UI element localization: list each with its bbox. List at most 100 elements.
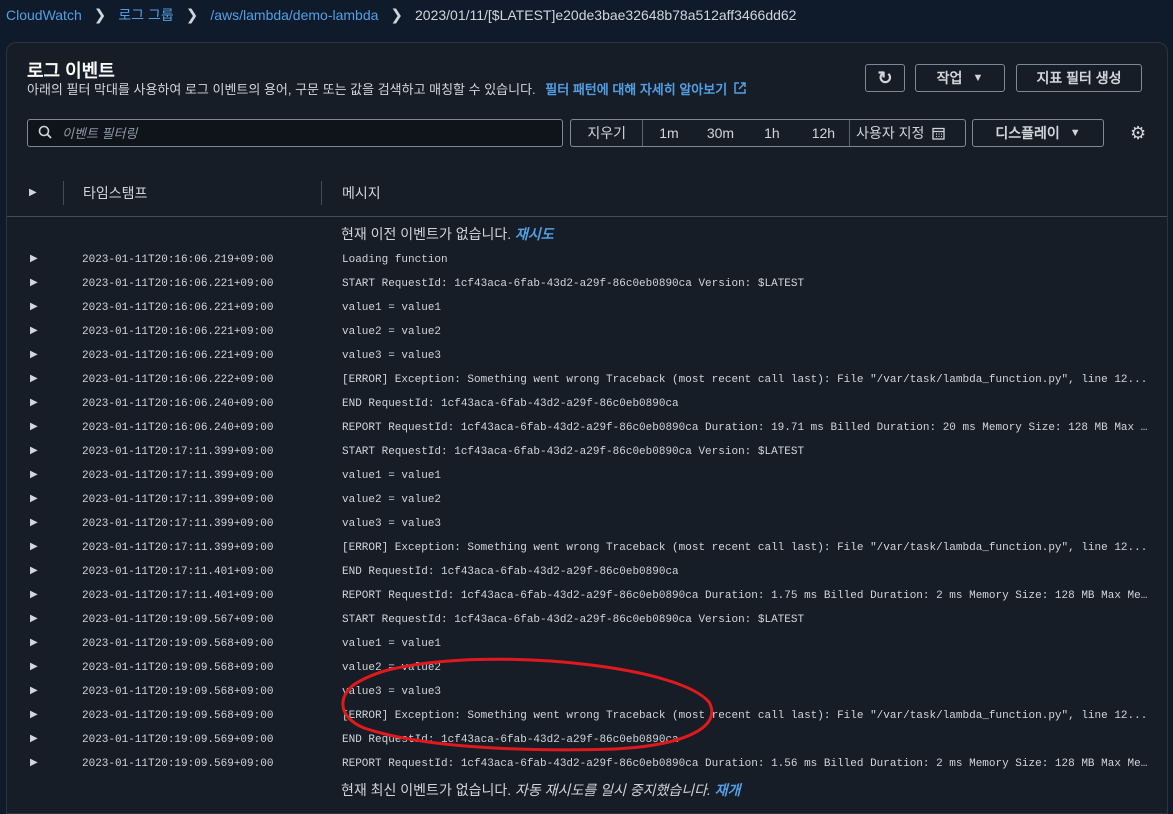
auto-retry-paused-text: 자동 재시도를 일시 중지했습니다. bbox=[515, 782, 711, 798]
event-message: START RequestId: 1cf43aca-6fab-43d2-a29f… bbox=[342, 278, 805, 290]
caret-right-icon[interactable]: ▶ bbox=[30, 661, 38, 672]
caret-right-icon[interactable]: ▶ bbox=[30, 421, 38, 432]
event-message: REPORT RequestId: 1cf43aca-6fab-43d2-a29… bbox=[342, 590, 1152, 602]
log-event-row[interactable]: ▶ 2023-01-11T20:16:06.222+09:00 [ERROR] Ex… bbox=[7, 368, 1167, 392]
caret-right-icon[interactable]: ▶ bbox=[30, 709, 38, 720]
log-event-row[interactable]: ▶ 2023-01-11T20:19:09.569+09:00 REPORT Req… bbox=[7, 752, 1167, 776]
breadcrumb-cloudwatch[interactable]: CloudWatch bbox=[6, 7, 82, 23]
description-text: 아래의 필터 막대를 사용하여 로그 이벤트의 용어, 구문 또는 값을 검색하… bbox=[27, 82, 536, 97]
event-timestamp: 2023-01-11T20:16:06.222+09:00 bbox=[82, 374, 274, 386]
caret-right-icon[interactable]: ▶ bbox=[30, 301, 38, 312]
event-timestamp: 2023-01-11T20:17:11.401+09:00 bbox=[82, 566, 274, 578]
caret-right-icon[interactable]: ▶ bbox=[30, 469, 38, 480]
refresh-button[interactable]: ↻ bbox=[865, 64, 905, 92]
event-timestamp: 2023-01-11T20:19:09.569+09:00 bbox=[82, 734, 274, 746]
event-timestamp: 2023-01-11T20:17:11.399+09:00 bbox=[82, 470, 274, 482]
breadcrumb-current-stream: 2023/01/11/[$LATEST]e20de3bae32648b78a51… bbox=[415, 7, 797, 23]
caret-right-icon[interactable]: ▶ bbox=[30, 253, 38, 264]
log-event-row[interactable]: ▶ 2023-01-11T20:16:06.240+09:00 REPORT Req… bbox=[7, 416, 1167, 440]
log-event-row[interactable]: ▶ 2023-01-11T20:17:11.399+09:00 value2 = v… bbox=[7, 488, 1167, 512]
breadcrumb-log-groups[interactable]: 로그 그룹 bbox=[118, 5, 173, 25]
clear-range-button[interactable]: 지우기 bbox=[571, 120, 644, 146]
log-event-row[interactable]: ▶ 2023-01-11T20:19:09.568+09:00 value1 = v… bbox=[7, 632, 1167, 656]
log-event-row[interactable]: ▶ 2023-01-11T20:16:06.219+09:00 Loading fu… bbox=[7, 248, 1167, 272]
log-event-row[interactable]: ▶ 2023-01-11T20:17:11.399+09:00 value3 = v… bbox=[7, 512, 1167, 536]
log-event-row[interactable]: ▶ 2023-01-11T20:16:06.221+09:00 START Requ… bbox=[7, 272, 1167, 296]
event-message: value2 = value2 bbox=[342, 662, 442, 674]
event-message: value1 = value1 bbox=[342, 470, 442, 482]
range-30m[interactable]: 30m bbox=[695, 120, 746, 146]
chevron-right-icon: ❯ bbox=[390, 7, 403, 24]
gear-icon[interactable]: ⚙ bbox=[1130, 123, 1146, 144]
log-event-row[interactable]: ▶ 2023-01-11T20:19:09.568+09:00 value3 = v… bbox=[7, 680, 1167, 704]
caret-right-icon[interactable]: ▶ bbox=[30, 325, 38, 336]
caret-right-icon[interactable]: ▶ bbox=[30, 517, 38, 528]
caret-right-icon[interactable]: ▶ bbox=[30, 373, 38, 384]
breadcrumb: CloudWatch ❯ 로그 그룹 ❯ /aws/lambda/demo-la… bbox=[0, 0, 1173, 30]
event-message: [ERROR] Exception: Something went wrong … bbox=[342, 374, 1148, 386]
event-message: [ERROR] Exception: Something went wrong … bbox=[342, 710, 1148, 722]
breadcrumb-log-group[interactable]: /aws/lambda/demo-lambda bbox=[210, 7, 378, 23]
event-timestamp: 2023-01-11T20:17:11.401+09:00 bbox=[82, 590, 274, 602]
caret-right-icon[interactable]: ▶ bbox=[30, 349, 38, 360]
log-event-row[interactable]: ▶ 2023-01-11T20:19:09.569+09:00 END Reques… bbox=[7, 728, 1167, 752]
create-metric-filter-button[interactable]: 지표 필터 생성 bbox=[1016, 64, 1142, 92]
event-message: END RequestId: 1cf43aca-6fab-43d2-a29f-8… bbox=[342, 398, 679, 410]
caret-right-icon[interactable]: ▶ bbox=[30, 493, 38, 504]
log-event-row[interactable]: ▶ 2023-01-11T20:16:06.240+09:00 END Reques… bbox=[7, 392, 1167, 416]
caret-right-icon[interactable]: ▶ bbox=[30, 613, 38, 624]
range-custom[interactable]: 사용자 지정 bbox=[849, 120, 965, 146]
log-event-row[interactable]: ▶ 2023-01-11T20:16:06.221+09:00 value3 = v… bbox=[7, 344, 1167, 368]
caret-down-icon: ▼ bbox=[1069, 127, 1081, 139]
column-header-message[interactable]: 메시지 bbox=[321, 181, 381, 205]
log-event-row[interactable]: ▶ 2023-01-11T20:19:09.568+09:00 [ERROR] Ex… bbox=[7, 704, 1167, 728]
range-1h[interactable]: 1h bbox=[746, 120, 797, 146]
caret-right-icon[interactable]: ▶ bbox=[30, 445, 38, 456]
event-timestamp: 2023-01-11T20:16:06.221+09:00 bbox=[82, 350, 274, 362]
event-message: value2 = value2 bbox=[342, 326, 442, 338]
log-event-row[interactable]: ▶ 2023-01-11T20:16:06.221+09:00 value1 = v… bbox=[7, 296, 1167, 320]
event-timestamp: 2023-01-11T20:16:06.219+09:00 bbox=[82, 254, 274, 266]
caret-right-icon[interactable]: ▶ bbox=[30, 589, 38, 600]
event-timestamp: 2023-01-11T20:17:11.399+09:00 bbox=[82, 518, 274, 530]
event-message: value1 = value1 bbox=[342, 302, 442, 314]
filter-events-input[interactable] bbox=[60, 124, 544, 142]
caret-right-icon[interactable]: ▶ bbox=[30, 733, 38, 744]
caret-right-icon[interactable]: ▶ bbox=[30, 757, 38, 768]
column-header-timestamp[interactable]: 타임스탬프 bbox=[63, 181, 147, 205]
caret-right-icon[interactable]: ▶ bbox=[30, 565, 38, 576]
actions-button[interactable]: 작업 ▼ bbox=[915, 64, 1005, 92]
event-message: END RequestId: 1cf43aca-6fab-43d2-a29f-8… bbox=[342, 566, 679, 578]
caret-right-icon[interactable]: ▶ bbox=[30, 397, 38, 408]
log-event-row[interactable]: ▶ 2023-01-11T20:17:11.401+09:00 REPORT Req… bbox=[7, 584, 1167, 608]
log-event-row[interactable]: ▶ 2023-01-11T20:19:09.567+09:00 START Requ… bbox=[7, 608, 1167, 632]
log-event-row[interactable]: ▶ 2023-01-11T20:17:11.399+09:00 START Requ… bbox=[7, 440, 1167, 464]
event-message: START RequestId: 1cf43aca-6fab-43d2-a29f… bbox=[342, 614, 805, 626]
external-link-icon bbox=[734, 82, 746, 97]
log-event-row[interactable]: ▶ 2023-01-11T20:19:09.568+09:00 value2 = v… bbox=[7, 656, 1167, 680]
log-event-row[interactable]: ▶ 2023-01-11T20:17:11.401+09:00 END Reques… bbox=[7, 560, 1167, 584]
event-message: value3 = value3 bbox=[342, 518, 442, 530]
retry-link[interactable]: 재시도 bbox=[515, 226, 554, 242]
display-button[interactable]: 디스플레이 ▼ bbox=[972, 119, 1104, 147]
refresh-icon: ↻ bbox=[877, 67, 893, 88]
resume-link[interactable]: 재개 bbox=[715, 782, 741, 798]
caret-right-icon[interactable]: ▶ bbox=[30, 685, 38, 696]
caret-right-icon[interactable]: ▶ bbox=[30, 637, 38, 648]
caret-right-icon[interactable]: ▶ bbox=[30, 277, 38, 288]
log-event-row[interactable]: ▶ 2023-01-11T20:17:11.399+09:00 [ERROR] Ex… bbox=[7, 536, 1167, 560]
range-1m[interactable]: 1m bbox=[643, 120, 694, 146]
log-event-row[interactable]: ▶ 2023-01-11T20:16:06.221+09:00 value2 = v… bbox=[7, 320, 1167, 344]
filter-search bbox=[27, 119, 563, 147]
event-timestamp: 2023-01-11T20:17:11.399+09:00 bbox=[82, 542, 274, 554]
log-event-row[interactable]: ▶ 2023-01-11T20:17:11.399+09:00 value1 = v… bbox=[7, 464, 1167, 488]
learn-more-link[interactable]: 필터 패턴에 대해 자세히 알아보기 bbox=[545, 82, 746, 97]
event-message: REPORT RequestId: 1cf43aca-6fab-43d2-a29… bbox=[342, 422, 1152, 434]
learn-more-label: 필터 패턴에 대해 자세히 알아보기 bbox=[545, 82, 728, 97]
no-newer-events-text: 현재 최신 이벤트가 없습니다. bbox=[341, 782, 512, 798]
expand-all-toggle[interactable]: ▶ bbox=[29, 187, 37, 198]
caret-right-icon[interactable]: ▶ bbox=[30, 541, 38, 552]
event-message: END RequestId: 1cf43aca-6fab-43d2-a29f-8… bbox=[342, 734, 679, 746]
event-timestamp: 2023-01-11T20:19:09.568+09:00 bbox=[82, 686, 274, 698]
range-12h[interactable]: 12h bbox=[798, 120, 849, 146]
